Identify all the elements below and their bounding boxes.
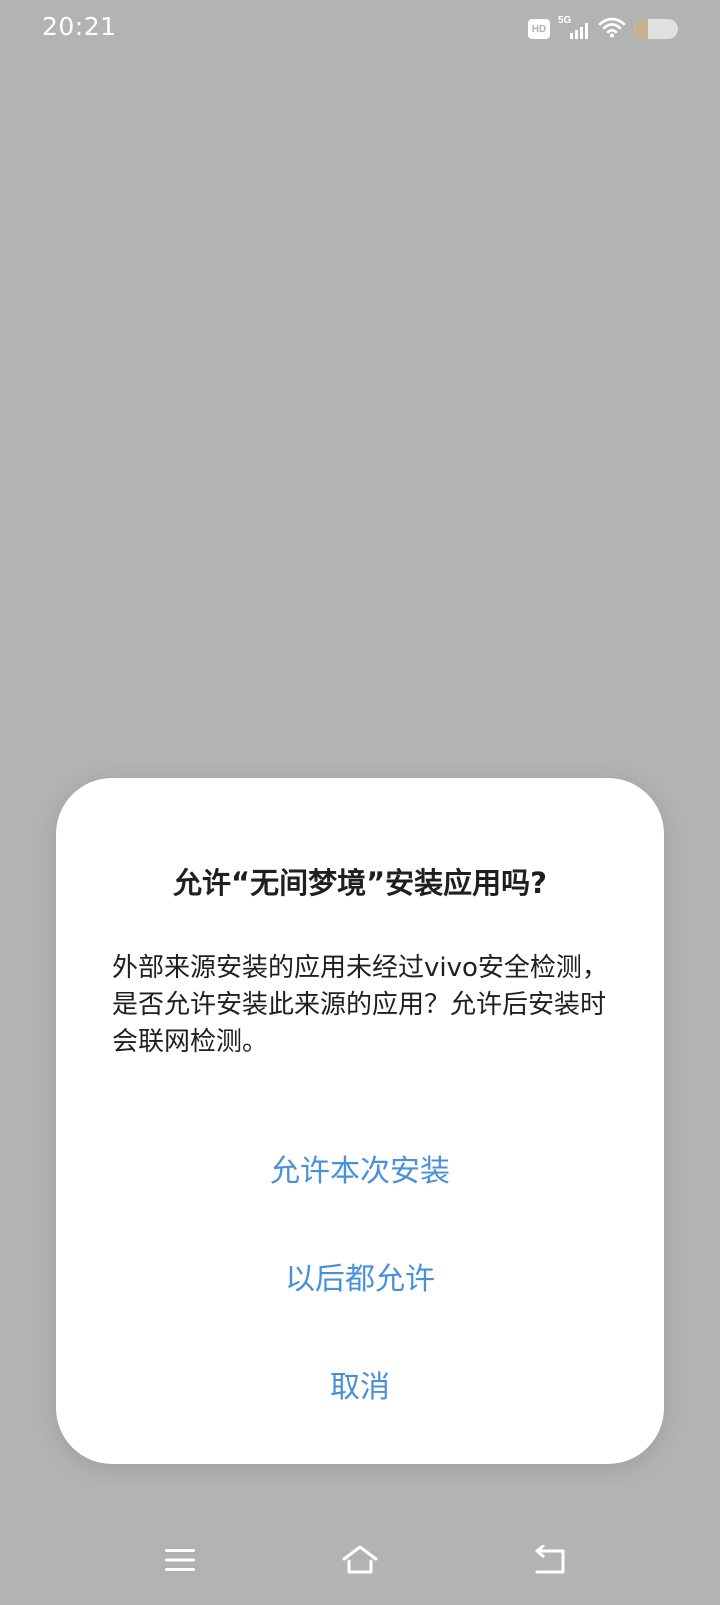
status-time: 20:21 bbox=[42, 12, 117, 41]
signal-5g-icon: 5G bbox=[558, 15, 590, 41]
dialog-title: 允许“无间梦境”安装应用吗? bbox=[173, 866, 547, 900]
network-type-label: 5G bbox=[558, 15, 572, 26]
wifi-icon bbox=[598, 16, 626, 42]
install-permission-dialog: 允许“无间梦境”安装应用吗? 外部来源安装的应用未经过vivo安全检测，是否允许… bbox=[56, 778, 664, 1464]
status-icons: HD 5G bbox=[528, 15, 678, 42]
dialog-message: 外部来源安装的应用未经过vivo安全检测，是否允许安装此来源的应用？允许后安装时… bbox=[112, 953, 608, 1057]
navigation-bar bbox=[0, 1520, 720, 1605]
cancel-button[interactable]: 取消 bbox=[56, 1358, 664, 1418]
allow-once-button[interactable]: 允许本次安装 bbox=[56, 1142, 664, 1202]
menu-icon[interactable] bbox=[158, 1540, 202, 1580]
back-icon[interactable] bbox=[528, 1540, 572, 1580]
home-icon[interactable] bbox=[338, 1540, 382, 1580]
status-bar: 20:21 HD 5G bbox=[0, 0, 720, 60]
battery-icon bbox=[634, 19, 678, 39]
allow-always-button[interactable]: 以后都允许 bbox=[56, 1250, 664, 1310]
battery-level bbox=[634, 19, 648, 39]
hd-icon: HD bbox=[528, 19, 550, 39]
